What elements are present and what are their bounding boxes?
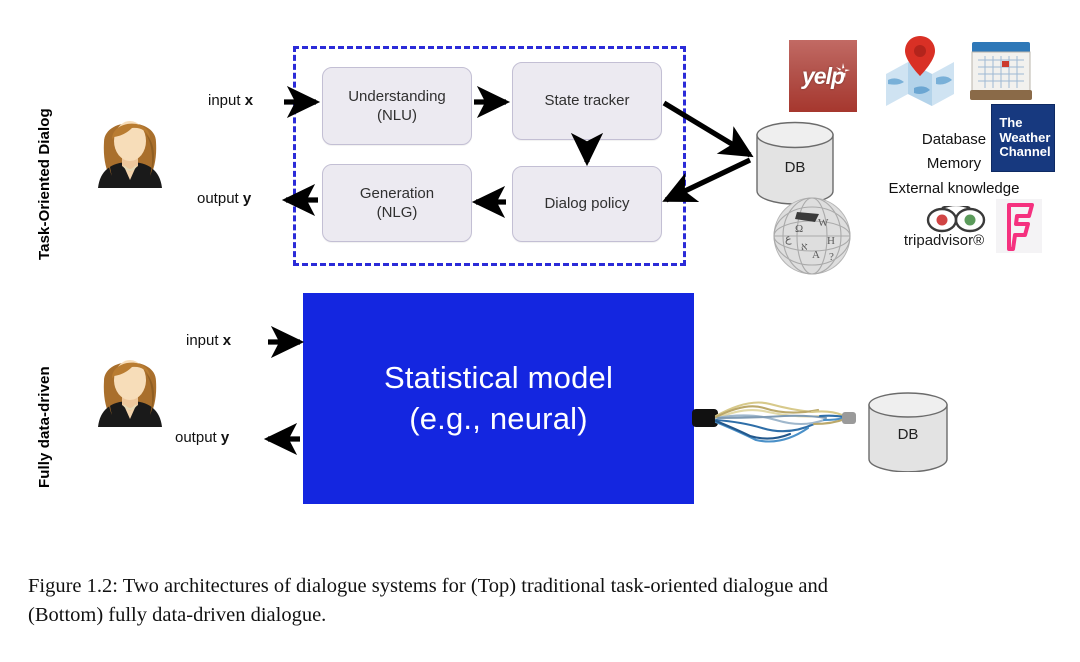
pipeline-box-dialog-policy[interactable]: Dialog policy	[512, 166, 662, 242]
pipeline-box-nlu-line1: Understanding	[348, 87, 446, 105]
figure-caption: Figure 1.2: Two architectures of dialogu…	[28, 572, 1058, 630]
user-avatar-top	[84, 100, 176, 192]
pipeline-box-dialog-policy-line1: Dialog policy	[544, 195, 630, 213]
weather-logo-line-2: Weather	[999, 129, 1051, 145]
output-label-bottom-var: y	[220, 429, 230, 446]
input-label-top-var: x	[244, 92, 254, 109]
row-label-fully-data-driven: Fully data-driven	[36, 366, 53, 488]
calendar-logo	[968, 38, 1034, 106]
weather-logo-line-1: The	[999, 115, 1023, 131]
svg-text:א: א	[801, 241, 808, 253]
output-label-top: output y	[197, 190, 251, 207]
pipeline-box-nlg-line1: Generation	[359, 184, 435, 202]
weather-logo-line-3: Channel	[999, 144, 1051, 160]
pipeline-box-nlu-line2: (NLU)	[376, 107, 417, 124]
yelp-logo: yelp	[789, 40, 857, 112]
pipeline-box-state-tracker-line1: State tracker	[544, 92, 630, 110]
statistical-model-line2: (e.g., neural)	[409, 400, 588, 436]
svg-text:ع: ع	[785, 233, 792, 245]
wikipedia-globe-logo: Ω W H א ع Α ?	[771, 192, 853, 276]
foursquare-logo	[996, 199, 1042, 253]
cable-bundle-graphic	[692, 382, 874, 456]
statistical-model-box[interactable]: Statistical model (e.g., neural)	[303, 293, 694, 504]
database-cylinder-bottom: DB	[866, 392, 950, 473]
figure-canvas: Task-Oriented Dialog Fully data-driven i…	[0, 0, 1080, 560]
input-label-top-text: input	[208, 92, 245, 109]
tripadvisor-logo-text: tripadvisor®	[903, 232, 985, 249]
svg-text:?: ?	[829, 251, 834, 263]
output-label-top-text: output	[197, 190, 243, 207]
output-label-bottom-text: output	[175, 429, 221, 446]
row-label-task-oriented-dialog: Task-Oriented Dialog	[36, 108, 53, 260]
pipeline-box-nlg[interactable]: Generation (NLG)	[322, 164, 472, 242]
output-label-top-var: y	[242, 190, 252, 207]
output-label-bottom: output y	[175, 429, 229, 446]
svg-text:H: H	[827, 235, 835, 247]
statistical-model-line1: Statistical model	[383, 360, 614, 396]
pipeline-box-nlg-line2: (NLG)	[376, 204, 418, 221]
svg-text:W: W	[818, 217, 829, 229]
user-avatar-bottom	[84, 339, 176, 431]
input-label-bottom-text: input	[186, 332, 223, 349]
pipeline-box-state-tracker[interactable]: State tracker	[512, 62, 662, 140]
figure-caption-line-1: Figure 1.2: Two architectures of dialogu…	[28, 575, 829, 597]
figure-caption-line-2: (Bottom) fully data-driven dialogue.	[28, 604, 327, 627]
knowledge-line-external-knowledge: External knowledge	[888, 179, 1020, 197]
the-weather-channel-logo: The Weather Channel	[991, 104, 1055, 172]
input-label-bottom: input x	[186, 332, 231, 349]
tripadvisor-logo: tripadvisor®	[898, 206, 990, 254]
pipeline-box-nlu[interactable]: Understanding (NLU)	[322, 67, 472, 145]
map-pin-logo	[884, 30, 956, 110]
input-label-bottom-var: x	[222, 332, 232, 349]
svg-text:Ω: Ω	[795, 223, 803, 235]
svg-text:Α: Α	[812, 249, 820, 261]
input-label-top: input x	[208, 92, 253, 109]
